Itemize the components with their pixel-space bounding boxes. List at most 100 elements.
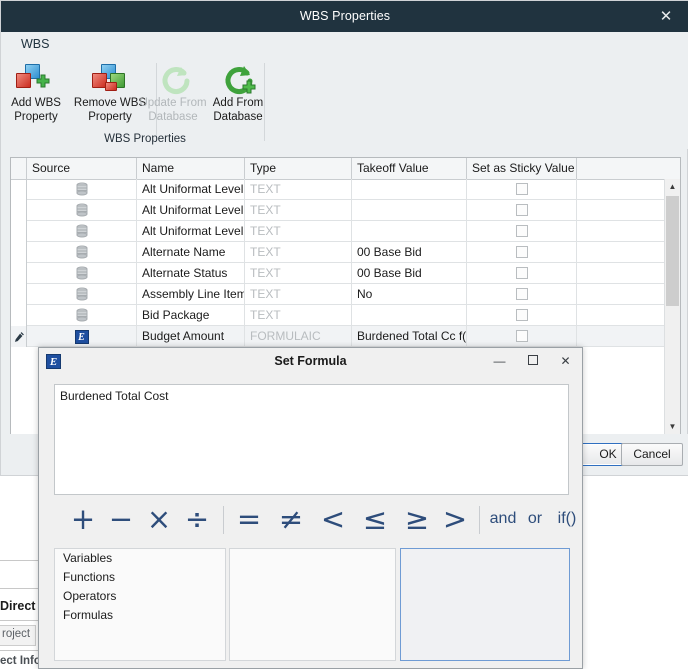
grid-header-type[interactable]: Type	[245, 158, 352, 179]
minimize-icon[interactable]: —	[483, 348, 516, 375]
table-row[interactable]: Alt Uniformat Level...TEXT	[11, 221, 680, 242]
category-list[interactable]: VariablesFunctionsOperatorsFormulas	[54, 548, 226, 661]
detail-list[interactable]	[400, 548, 570, 661]
divide-operator[interactable]: ÷	[175, 500, 219, 540]
cell-source[interactable]	[27, 179, 137, 200]
cell-source[interactable]	[27, 305, 137, 326]
add-from-database-button[interactable]: Add From Database	[203, 61, 273, 131]
cell-takeoff-value[interactable]: Burdened Total Cc f(x)	[352, 326, 467, 347]
bg-project-tab-label: roject	[2, 628, 30, 640]
grid-header-source[interactable]: Source	[27, 158, 137, 179]
cell-type[interactable]: TEXT	[245, 284, 352, 305]
cell-name[interactable]: Alt Uniformat Level...	[137, 200, 245, 221]
scrollbar-thumb[interactable]	[666, 196, 679, 306]
cell-source[interactable]	[27, 263, 137, 284]
cell-name[interactable]: Alternate Name	[137, 242, 245, 263]
cell-source[interactable]	[27, 200, 137, 221]
cell-sticky-checkbox[interactable]	[467, 221, 577, 242]
row-selector[interactable]	[11, 242, 27, 263]
cell-takeoff-value[interactable]: No	[352, 284, 467, 305]
cell-takeoff-value[interactable]	[352, 200, 467, 221]
set-formula-close-icon[interactable]: ✕	[549, 348, 582, 375]
add-wbs-property-button[interactable]: Add WBS Property	[3, 61, 69, 131]
not-equals-operator[interactable]: ≠	[269, 500, 313, 540]
cell-name[interactable]: Alternate Status	[137, 263, 245, 284]
row-selector[interactable]	[11, 200, 27, 221]
cell-source[interactable]	[27, 284, 137, 305]
cell-type[interactable]: FORMULAIC	[245, 326, 352, 347]
list-item[interactable]: Variables	[55, 549, 225, 568]
sticky-checkbox[interactable]	[516, 246, 528, 258]
cell-type[interactable]: TEXT	[245, 263, 352, 284]
sticky-checkbox[interactable]	[516, 267, 528, 279]
row-selector[interactable]	[11, 263, 27, 284]
cell-takeoff-value[interactable]	[352, 221, 467, 242]
greater-than-operator[interactable]: >	[433, 500, 477, 540]
table-row[interactable]: Assembly Line ItemTEXTNo	[11, 284, 680, 305]
scroll-down-arrow-icon[interactable]: ▼	[665, 419, 680, 435]
if-operator[interactable]: if()	[545, 500, 589, 540]
less-than-operator[interactable]: <	[311, 500, 355, 540]
less-or-equal-operator[interactable]: ≤	[353, 500, 397, 540]
cell-type[interactable]: TEXT	[245, 200, 352, 221]
equals-operator[interactable]: =	[227, 500, 271, 540]
cell-takeoff-value[interactable]	[352, 305, 467, 326]
cell-type[interactable]: TEXT	[245, 179, 352, 200]
grid-header-sticky[interactable]: Set as Sticky Value	[467, 158, 577, 179]
cell-source[interactable]	[27, 242, 137, 263]
close-icon[interactable]: ✕	[643, 1, 688, 32]
cell-sticky-checkbox[interactable]	[467, 179, 577, 200]
cell-name[interactable]: Alt Uniformat Level...	[137, 221, 245, 242]
cell-name[interactable]: Alt Uniformat Level...	[137, 179, 245, 200]
cell-type[interactable]: TEXT	[245, 305, 352, 326]
cell-name[interactable]: Bid Package	[137, 305, 245, 326]
cell-sticky-checkbox[interactable]	[467, 242, 577, 263]
formula-editor[interactable]: Burdened Total Cost	[54, 384, 569, 495]
sticky-checkbox[interactable]	[516, 309, 528, 321]
item-list[interactable]	[229, 548, 396, 661]
sticky-checkbox[interactable]	[516, 225, 528, 237]
update-from-database-button[interactable]: Update From Database	[138, 61, 208, 131]
tab-wbs[interactable]: WBS	[11, 34, 59, 57]
cell-takeoff-value[interactable]: 00 Base Bid	[352, 263, 467, 284]
cell-type[interactable]: TEXT	[245, 221, 352, 242]
maximize-icon[interactable]	[516, 348, 549, 375]
table-row[interactable]: Alt Uniformat Level...TEXT	[11, 200, 680, 221]
row-selector[interactable]	[11, 179, 27, 200]
cell-name[interactable]: Assembly Line Item	[137, 284, 245, 305]
cell-source[interactable]: E	[27, 326, 137, 347]
list-item[interactable]: Functions	[55, 568, 225, 587]
sticky-checkbox[interactable]	[516, 288, 528, 300]
cell-takeoff-value[interactable]	[352, 179, 467, 200]
list-item[interactable]: Formulas	[55, 606, 225, 625]
cell-sticky-checkbox[interactable]	[467, 284, 577, 305]
sticky-checkbox[interactable]	[516, 330, 528, 342]
row-selector[interactable]	[11, 284, 27, 305]
cell-takeoff-value[interactable]: 00 Base Bid	[352, 242, 467, 263]
grid-header-blank[interactable]	[577, 158, 680, 179]
scroll-up-arrow-icon[interactable]: ▲	[665, 179, 680, 195]
cell-sticky-checkbox[interactable]	[467, 200, 577, 221]
grid-header-name[interactable]: Name	[137, 158, 245, 179]
row-selector[interactable]	[11, 305, 27, 326]
sticky-checkbox[interactable]	[516, 183, 528, 195]
list-item[interactable]: Operators	[55, 587, 225, 606]
cell-name[interactable]: Budget Amount	[137, 326, 245, 347]
cell-sticky-checkbox[interactable]	[467, 263, 577, 284]
cancel-button[interactable]: Cancel	[621, 443, 683, 466]
cell-source[interactable]	[27, 221, 137, 242]
grid-vertical-scrollbar[interactable]: ▲ ▼	[664, 179, 680, 435]
bg-project-tab[interactable]: roject	[0, 625, 36, 646]
cell-sticky-checkbox[interactable]	[467, 305, 577, 326]
table-row[interactable]: Bid PackageTEXT	[11, 305, 680, 326]
table-row[interactable]: Alternate NameTEXT00 Base Bid	[11, 242, 680, 263]
row-selector[interactable]	[11, 221, 27, 242]
table-row[interactable]: Alt Uniformat Level...TEXT	[11, 179, 680, 200]
cell-type[interactable]: TEXT	[245, 242, 352, 263]
table-row[interactable]: Alternate StatusTEXT00 Base Bid	[11, 263, 680, 284]
cell-sticky-checkbox[interactable]	[467, 326, 577, 347]
grid-header-takeoff-value[interactable]: Takeoff Value	[352, 158, 467, 179]
sticky-checkbox[interactable]	[516, 204, 528, 216]
row-selector[interactable]	[11, 326, 27, 347]
table-row[interactable]: EBudget AmountFORMULAICBurdened Total Cc…	[11, 326, 680, 347]
